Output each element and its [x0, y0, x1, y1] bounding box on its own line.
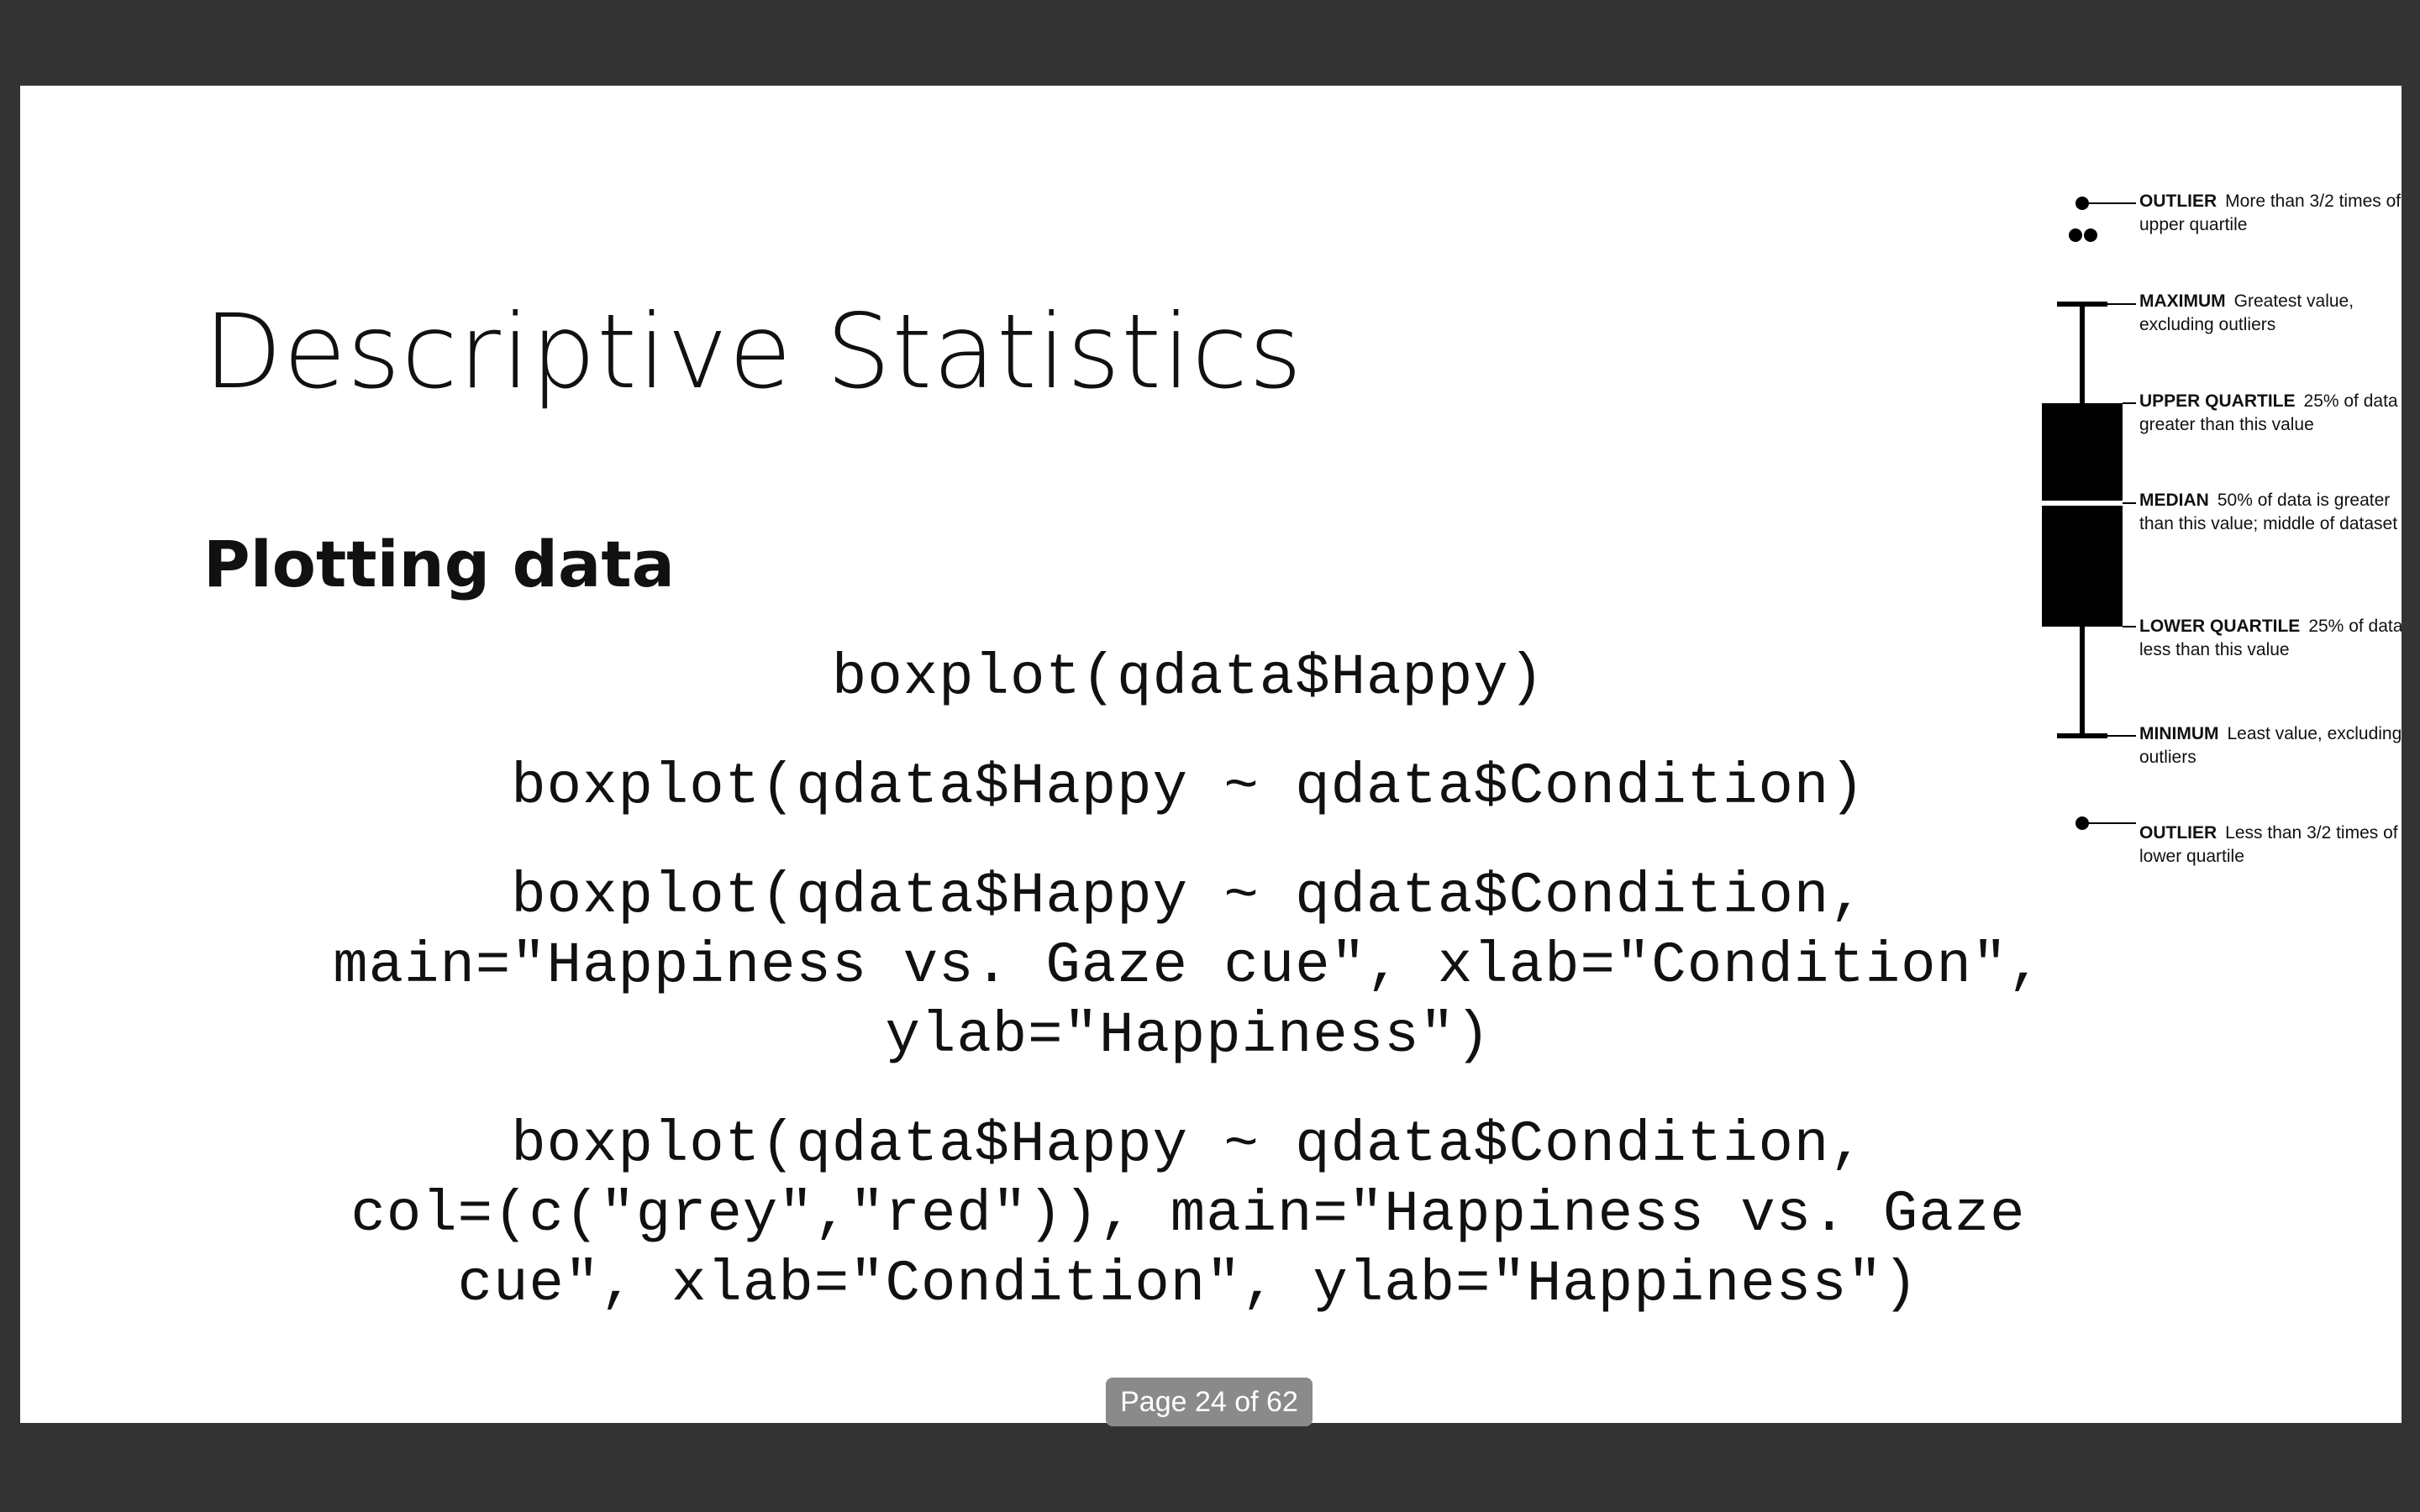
legend-entry-outlier-upper: OUTLIER More than 3/2 times of upper quar…	[2139, 190, 2402, 237]
legend-term: MINIMUM	[2139, 724, 2219, 743]
pdf-viewer: Descriptive Statistics Plotting data box…	[0, 0, 2420, 1512]
legend-entry-outlier-lower: OUTLIER Less than 3/2 times of lower quar…	[2139, 822, 2402, 869]
outlier-dot-top	[2069, 228, 2082, 242]
code-line-boxplot-by-condition: boxplot(qdata$Happy ~ qdata$Condition)	[511, 754, 1865, 820]
code-line-boxplot-with-colors: boxplot(qdata$Happy ~ qdata$Condition, c…	[350, 1112, 2026, 1317]
slide-page: Descriptive Statistics Plotting data box…	[20, 86, 2402, 1423]
code-line-boxplot-with-labels: boxplot(qdata$Happy ~ qdata$Condition, m…	[333, 864, 2044, 1068]
legend-term: OUTLIER	[2139, 823, 2217, 843]
code-line-boxplot-basic: boxplot(qdata$Happy)	[831, 645, 1545, 711]
outlier-dot-top	[2084, 228, 2097, 242]
legend-entry-median: MEDIAN 50% of data is greater than this v…	[2139, 489, 2402, 536]
legend-term: MEDIAN	[2139, 491, 2209, 510]
legend-term: OUTLIER	[2139, 192, 2217, 211]
legend-entry-minimum: MINIMUM Least value, excluding outliers	[2139, 722, 2402, 769]
page-indicator: Page 24 of 62	[1106, 1378, 1313, 1426]
legend-term: UPPER QUARTILE	[2139, 391, 2296, 411]
boxplot-anatomy-diagram: OUTLIER More than 3/2 times of upper quar…	[1991, 94, 2402, 866]
legend-entry-maximum: MAXIMUM Greatest value, excluding outlier…	[2139, 290, 2402, 337]
legend-term: LOWER QUARTILE	[2139, 617, 2301, 636]
legend-term: MAXIMUM	[2139, 291, 2226, 311]
slide-subtitle: Plotting data	[203, 527, 675, 601]
interquartile-box	[2042, 403, 2123, 627]
legend-entry-upper-quartile: UPPER QUARTILE 25% of data greater than t…	[2139, 390, 2402, 437]
slide-title: Descriptive Statistics	[203, 292, 1303, 412]
legend-entry-lower-quartile: LOWER QUARTILE 25% of data less than this…	[2139, 615, 2402, 662]
